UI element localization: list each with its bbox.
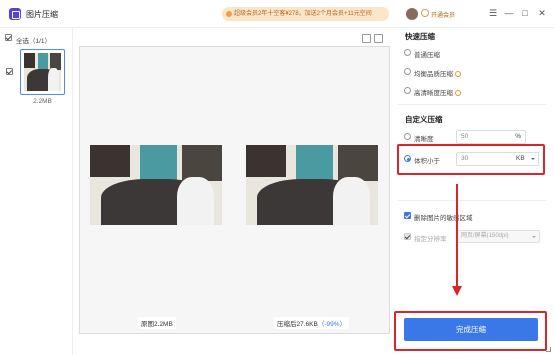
checkbox-icon (404, 233, 411, 240)
divider (398, 104, 546, 105)
checkbox-icon (404, 212, 411, 219)
app-title: 图片压缩 (26, 10, 58, 19)
annotation-arrow-head (452, 286, 462, 296)
compressed-size-text: 压缩后27.6KB (277, 321, 318, 328)
resize-grip[interactable] (546, 347, 551, 352)
maximize-button[interactable]: □ (518, 6, 532, 20)
select-all-label: 全选（1/1） (16, 38, 52, 45)
original-image (90, 145, 222, 225)
clarity-unit: % (515, 133, 521, 140)
set-dpi-label: 指定分辨率 (414, 236, 447, 243)
file-item-checkbox[interactable] (6, 68, 13, 75)
info-icon[interactable] (455, 71, 461, 77)
radio-hd[interactable] (404, 87, 411, 94)
menu-icon[interactable]: ☰ (486, 6, 500, 20)
clarity-label[interactable]: 清晰度 (414, 133, 434, 143)
info-icon[interactable] (455, 90, 461, 96)
thumbnail-image (24, 53, 61, 91)
radio-clarity[interactable] (404, 133, 411, 140)
divider (398, 200, 546, 201)
avatar[interactable] (406, 8, 418, 20)
minimize-button[interactable]: — (502, 6, 516, 20)
app-logo-icon (9, 8, 21, 20)
option-balanced-label[interactable]: 均衡品质压缩 (414, 68, 461, 78)
clarity-input[interactable]: 50 % (456, 130, 526, 144)
dpi-select[interactable]: 网页/屏幕(150dpi) (456, 230, 540, 243)
promo-icon (226, 11, 232, 17)
option-hd-label[interactable]: 高清晰度压缩 (414, 87, 461, 97)
radio-normal[interactable] (404, 49, 411, 56)
custom-compress-title: 自定义压缩 (405, 115, 443, 124)
vip-icon (421, 9, 429, 17)
file-thumbnail[interactable] (20, 49, 65, 95)
quick-compress-title: 快速压缩 (405, 32, 435, 41)
highlight-box-size-limit (397, 144, 545, 175)
clarity-value: 50 (461, 133, 469, 140)
option-hd-text: 高清晰度压缩 (414, 90, 453, 97)
radio-balanced[interactable] (404, 68, 411, 75)
promo-banner[interactable]: 超级会员2年十空客¥278，加送2个月会员+11元空间 (222, 7, 389, 21)
set-dpi-checkbox[interactable]: 指定分辨率 (404, 233, 447, 243)
preview-area: 原图2.2MB 压缩后27.6KB（-99%） (79, 46, 390, 334)
delete-region-checkbox[interactable]: 删除图片的敏感区域 (404, 212, 473, 222)
option-balanced-text: 均衡品质压缩 (414, 71, 453, 78)
promo-text: 超级会员2年十空客¥278，加送2个月会员+11元空间 (234, 11, 372, 17)
option-normal-label[interactable]: 普通压缩 (414, 49, 440, 59)
compressed-size-label: 压缩后27.6KB（-99%） (274, 317, 350, 329)
vip-link[interactable]: 开通会员 (431, 10, 455, 19)
divider (72, 28, 73, 355)
compressed-percent: （-99%） (317, 321, 347, 328)
highlight-box-finish (394, 311, 547, 351)
original-size-label: 原图2.2MB (138, 317, 176, 329)
compressed-image (246, 145, 378, 225)
select-all-checkbox[interactable]: 全选（1/1） (5, 34, 51, 45)
list-view-icon[interactable] (374, 34, 383, 43)
close-button[interactable]: ✕ (535, 6, 549, 20)
view-toggle (362, 34, 386, 45)
annotation-arrow (456, 184, 458, 288)
file-size: 2.2MB (33, 98, 52, 105)
checkbox-icon (5, 34, 12, 41)
image-view-icon[interactable] (362, 34, 371, 43)
delete-region-label: 删除图片的敏感区域 (414, 215, 473, 222)
title-bar: 图片压缩 超级会员2年十空客¥278，加送2个月会员+11元空间 开通会员 ☰ … (0, 0, 554, 28)
